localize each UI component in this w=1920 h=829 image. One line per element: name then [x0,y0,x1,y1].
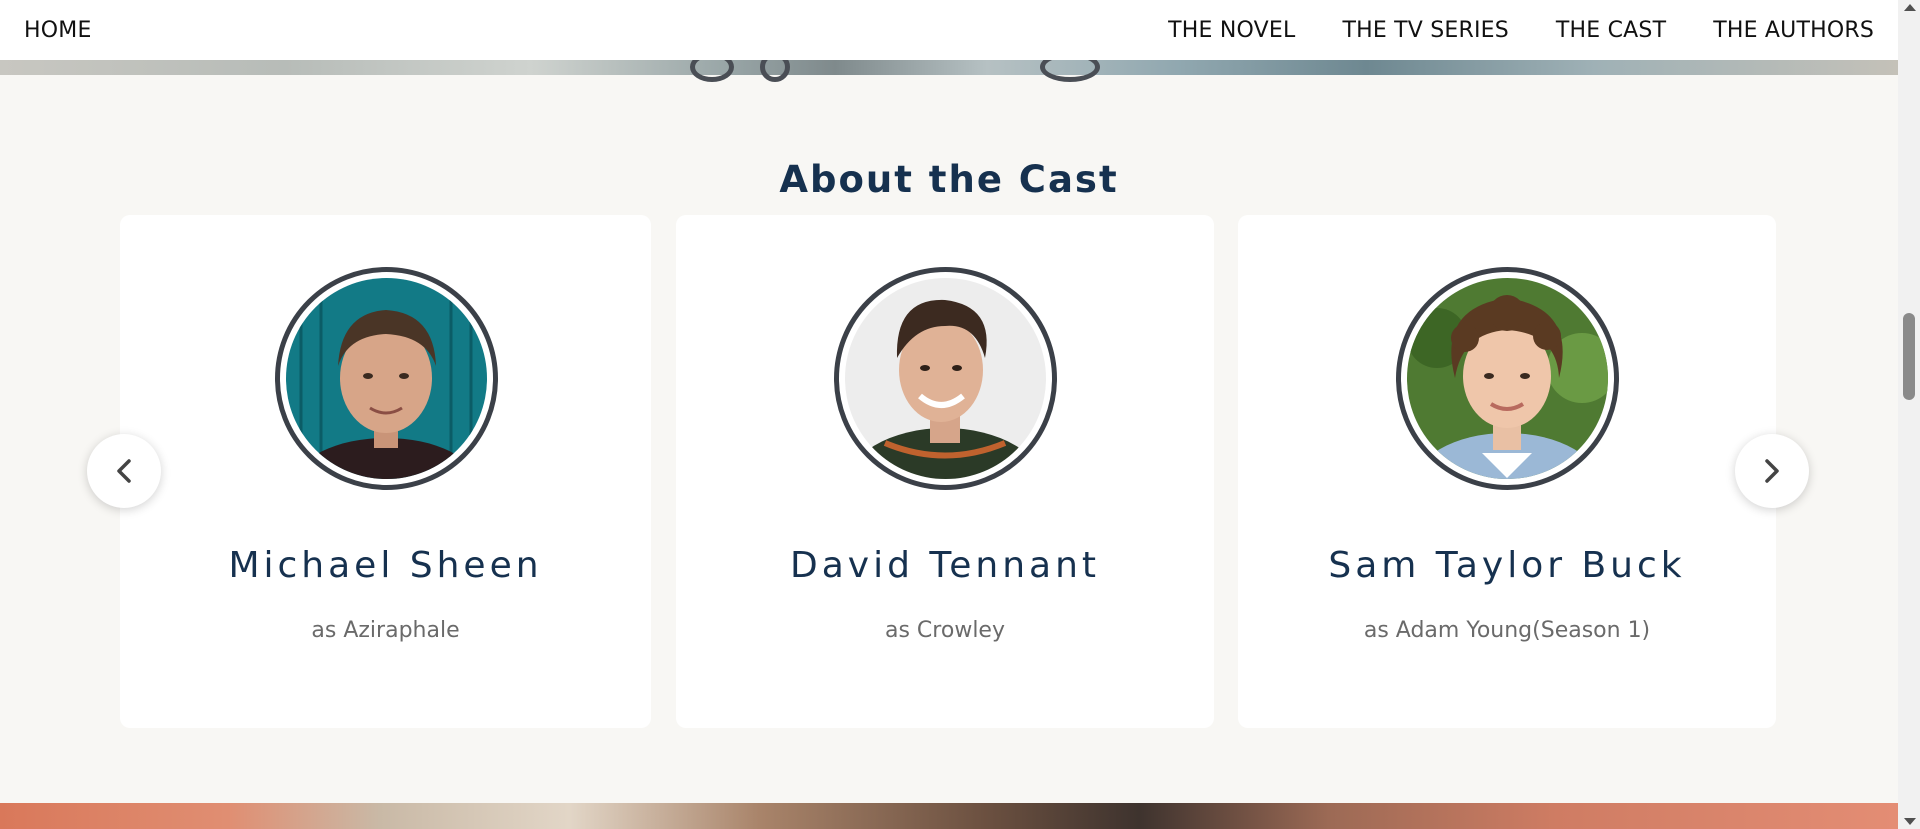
cast-photo [1407,278,1608,479]
nav-home-link[interactable]: HOME [24,18,92,43]
avatar [274,267,498,490]
nav-item-tv-series[interactable]: THE TV SERIES [1342,18,1508,43]
nav-item-novel[interactable]: THE NOVEL [1168,18,1295,43]
cast-name: Sam Taylor Buck [1328,545,1686,586]
section-title: About the Cast [779,158,1119,201]
avatar [1396,267,1619,490]
avatar [834,267,1057,490]
cast-card: David Tennant as Crowley [676,215,1214,728]
carousel-prev-button[interactable] [87,434,161,508]
page-scrollbar[interactable] [1898,0,1920,829]
hero-image-strip [0,52,1898,82]
nav-item-cast[interactable]: THE CAST [1556,18,1666,43]
scroll-up-arrow-icon[interactable] [1904,4,1916,11]
cast-photo [845,278,1046,479]
chevron-right-icon [1765,459,1779,483]
scrollbar-thumb[interactable] [1903,313,1915,400]
scroll-down-arrow-icon[interactable] [1904,818,1916,825]
cast-name: David Tennant [789,545,1101,586]
cast-role: as Crowley [885,618,1005,643]
top-nav: HOME THE NOVEL THE TV SERIES THE CAST TH… [0,0,1898,60]
cast-name: Michael Sheen [228,545,543,586]
cast-card: Sam Taylor Buck as Adam Young(Season 1) [1238,215,1776,728]
page: HOME THE NOVEL THE TV SERIES THE CAST TH… [0,0,1898,829]
carousel-next-button[interactable] [1735,434,1809,508]
cast-role: as Adam Young(Season 1) [1363,618,1651,643]
next-section-image-strip [0,803,1898,829]
nav-menu: THE NOVEL THE TV SERIES THE CAST THE AUT… [1168,18,1874,43]
chevron-left-icon [117,459,131,483]
cast-card: Michael Sheen as Aziraphale [120,215,651,728]
cast-role: as Aziraphale [311,618,460,643]
cast-photo [285,278,487,479]
nav-item-authors[interactable]: THE AUTHORS [1713,18,1874,43]
